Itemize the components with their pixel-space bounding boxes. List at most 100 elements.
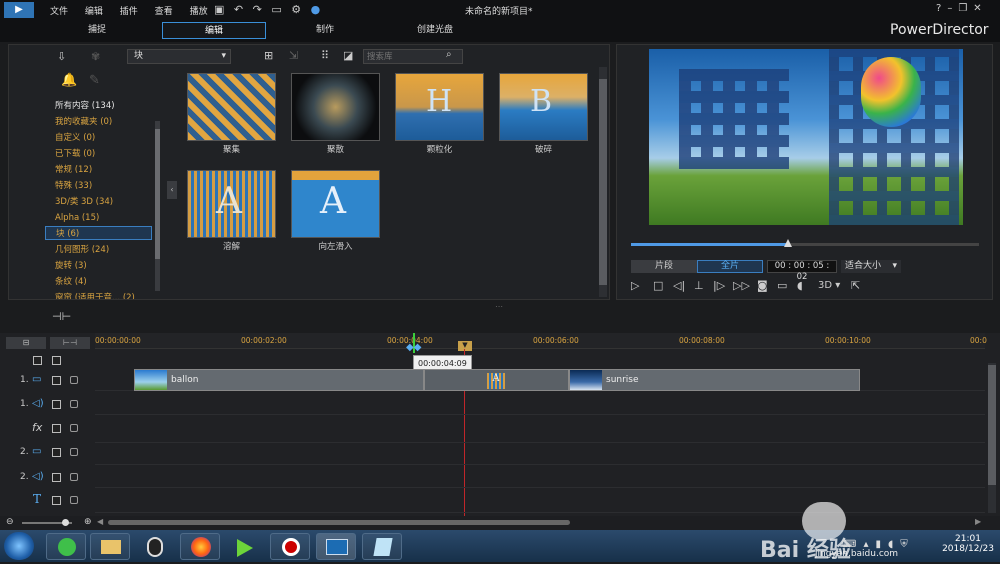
taskbar-qq-icon[interactable] [134,533,174,560]
transition-thumb-scatter[interactable] [291,73,380,141]
category-stripes[interactable]: 条纹 (4) [55,275,87,289]
lock-icon[interactable] [70,376,78,384]
timeline-fit-icon[interactable]: ⊣⊢ [52,310,71,323]
lock-icon[interactable] [70,400,78,408]
fit-size-dropdown[interactable]: 适合大小 ▾ [841,260,901,273]
splitter-handle[interactable]: ⋯ [495,302,503,311]
zoom-in-icon[interactable]: ⊕ [84,517,92,527]
settings-icon[interactable]: ⚙ [291,3,301,16]
timeline-vertical-scrollbar-thumb[interactable] [988,365,996,485]
library-scrollbar-thumb[interactable] [599,79,607,285]
preview-seek-thumb[interactable] [783,239,792,247]
taskbar-powerdirector-icon[interactable] [316,533,356,560]
search-icon[interactable]: ⌕ [446,49,452,60]
preview-video[interactable] [649,49,963,225]
thumbnail-size-icon[interactable]: ◪ [343,49,353,62]
timecode-display[interactable]: 00 : 00 : 05 : 02 [767,260,837,282]
transition-clip[interactable]: A [424,369,569,391]
clock[interactable]: 21:01 2018/12/23 [940,534,996,554]
category-special[interactable]: 特殊 (33) [55,179,92,193]
category-scrollbar[interactable] [155,121,160,291]
grid-view-icon[interactable]: ⠿ [321,49,329,62]
clip-ballon[interactable]: ballon [134,369,424,391]
close-icon[interactable]: ✕ [973,3,987,14]
title-track[interactable] [95,489,985,513]
collapse-panel-icon[interactable]: ‹ [167,181,177,199]
tray-expand-icon[interactable]: ▴ [863,539,875,550]
subtitle-icon[interactable]: ▭ [777,279,787,292]
transition-thumb-granulate[interactable]: H [395,73,484,141]
tab-capture[interactable]: 捕捉 [62,22,132,39]
track-enable-checkbox[interactable] [52,473,61,482]
3d-mode-button[interactable]: 3D ▾ [818,280,840,291]
tab-create-disc[interactable]: 创建光盘 [400,22,470,39]
taskbar-360-icon[interactable] [46,533,86,560]
aspect-ratio-icon[interactable]: ▭ [271,3,281,16]
save-icon[interactable]: ▣ [214,3,224,16]
taskbar-notes-icon[interactable] [362,533,402,560]
user-icon[interactable]: ● [311,3,321,16]
category-scrollbar-thumb[interactable] [155,129,160,259]
undo-icon[interactable]: ↶ [234,3,243,16]
taskbar-firefox-icon[interactable] [180,533,220,560]
category-dropdown[interactable]: 块 ▾ [127,49,231,64]
lock-icon[interactable] [70,424,78,432]
timeline-horizontal-scrollbar[interactable] [108,520,570,525]
tab-edit[interactable]: 编辑 [162,22,266,39]
menu-plugins[interactable]: 插件 [120,4,138,17]
category-geometric[interactable]: 几何图形 (24) [55,243,109,257]
track-enable-checkbox[interactable] [52,424,61,433]
menu-view[interactable]: 查看 [155,4,173,17]
transition-thumb-dissolve[interactable]: A [187,170,276,238]
fast-forward-icon[interactable]: ▷▷ [733,279,750,292]
redo-icon[interactable]: ↷ [253,3,262,16]
all-tracks-checkbox[interactable] [52,356,61,365]
track-enable-checkbox[interactable] [52,376,61,385]
track-manager-button[interactable]: ⊟ [6,337,46,349]
network-icon[interactable]: ▮ [875,539,888,550]
timeline-slider-icon[interactable]: ◆◆ [406,343,422,353]
playhead-marker-icon[interactable]: ▼ [458,341,472,351]
timeline-ruler[interactable]: 00:00:00:00 00:00:02:00 00:00:04:00 00:0… [95,333,987,349]
all-tracks-toggle[interactable] [33,356,42,365]
lock-icon[interactable] [70,473,78,481]
volume-icon[interactable]: ◖ [888,539,900,550]
volume-icon[interactable]: ◖ [797,279,803,292]
transition-thumb-slide-left[interactable]: A [291,170,380,238]
transition-thumb-gather[interactable] [187,73,276,141]
category-rotate[interactable]: 旋转 (3) [55,259,87,273]
movie-mode-button[interactable]: 全片 [697,260,763,273]
split-icon[interactable]: ⊥ [694,279,704,292]
transition-thumb-shatter[interactable]: B [499,73,588,141]
library-scrollbar[interactable] [599,67,607,297]
category-favorites[interactable]: 我的收藏夹 (0) [55,115,112,129]
category-all[interactable]: 所有内容 (134) [55,99,115,113]
lock-icon[interactable] [70,496,78,504]
clip-mode-button[interactable]: 片段 [631,260,697,273]
category-3d[interactable]: 3D/类 3D (34) [55,195,113,209]
category-downloaded[interactable]: 已下载 (0) [55,147,95,161]
audio-track-1[interactable] [95,393,985,415]
track-enable-checkbox[interactable] [52,448,61,457]
zoom-out-icon[interactable]: ⊖ [6,517,14,527]
play-icon[interactable]: ▷ [631,279,639,292]
restore-icon[interactable]: ❐ [958,3,973,14]
start-button[interactable] [4,532,34,560]
scroll-left-icon[interactable]: ◀ [97,517,103,526]
track-enable-checkbox[interactable] [52,496,61,505]
zoom-slider[interactable] [22,519,72,526]
track-enable-checkbox[interactable] [52,400,61,409]
preview-seek-bar[interactable] [631,239,979,247]
taskbar-media-icon[interactable] [224,533,264,560]
audio-track-2[interactable] [95,466,985,488]
minimize-icon[interactable]: – [947,3,958,14]
keyboard-icon[interactable]: ⌨ [842,539,863,550]
menu-file[interactable]: 文件 [50,4,68,17]
tab-produce[interactable]: 制作 [290,22,360,39]
zoom-slider-thumb[interactable] [62,519,69,526]
category-custom[interactable]: 自定义 (0) [55,131,95,145]
category-general[interactable]: 常规 (12) [55,163,92,177]
menu-edit[interactable]: 编辑 [85,4,103,17]
lock-icon[interactable] [70,448,78,456]
shield-icon[interactable]: ⛨ [900,539,915,550]
